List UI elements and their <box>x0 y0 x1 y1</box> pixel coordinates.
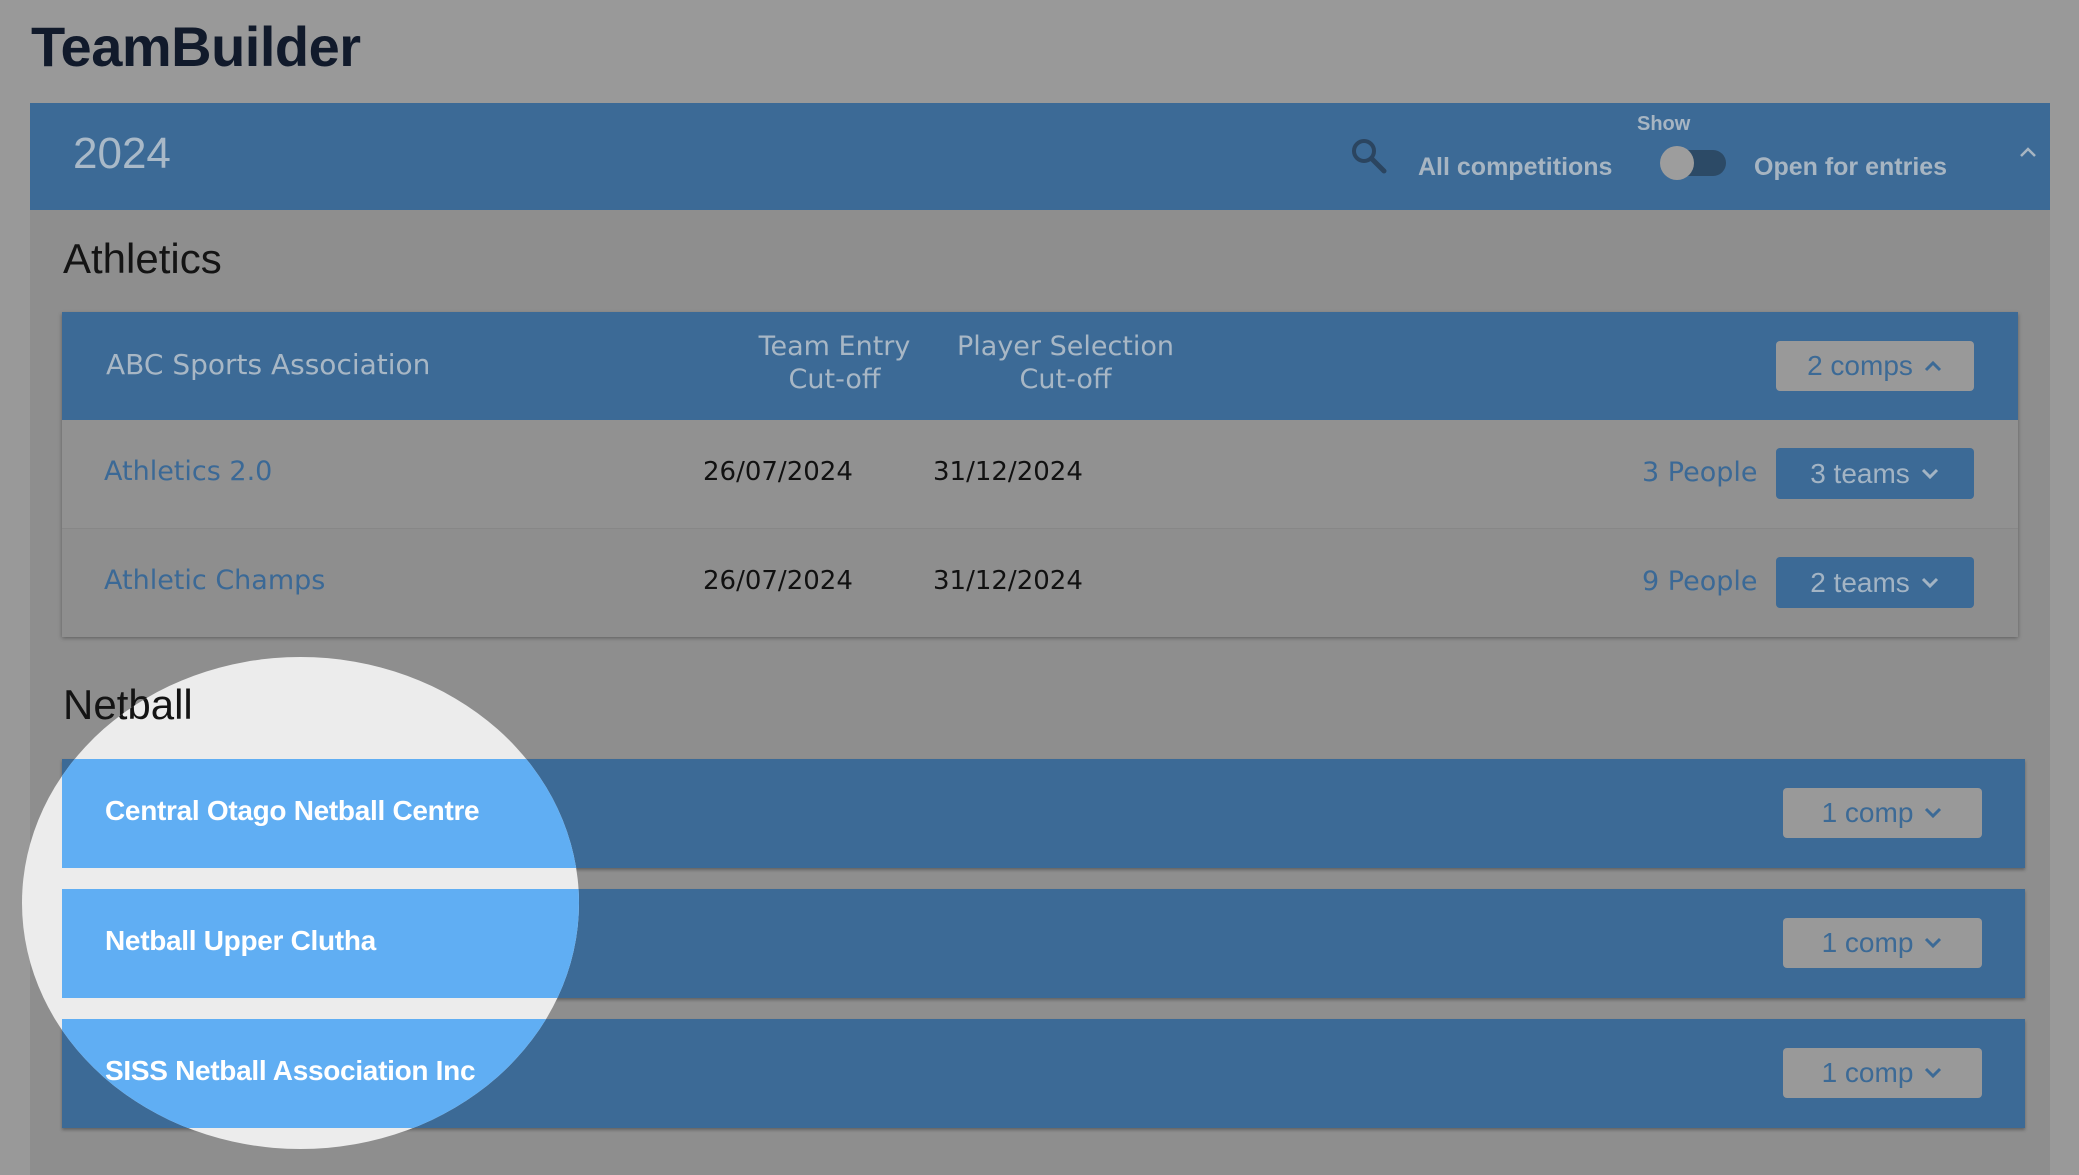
filter-open-for-entries[interactable]: Open for entries <box>1754 153 1947 182</box>
column-header-line: Cut-off <box>1019 364 1112 395</box>
comps-toggle-button[interactable]: 1 comp <box>1783 1048 1982 1098</box>
comps-label: 1 comp <box>1821 927 1914 958</box>
org-panel-abc-sports: ABC Sports Association Team Entry Cut-of… <box>62 312 2018 637</box>
competition-row: Athletics 2.0 26/07/2024 31/12/2024 3 Pe… <box>62 420 2018 528</box>
comps-toggle-button[interactable]: 1 comp <box>1783 788 1982 838</box>
org-header: ABC Sports Association Team Entry Cut-of… <box>62 312 2018 420</box>
column-header-player-selection: Player Selection Cut-off <box>888 330 1243 396</box>
search-icon[interactable] <box>1349 136 1389 176</box>
org-name: ABC Sports Association <box>106 348 431 381</box>
org-name: SISS Netball Association Inc <box>105 1055 476 1086</box>
competition-link[interactable]: Athletics 2.0 <box>104 456 272 487</box>
comps-label: 1 comp <box>1821 797 1914 828</box>
spotlight-highlight: Netball Central Otago Netball Centre Net… <box>22 657 579 1149</box>
comps-label: 1 comp <box>1821 1057 1914 1088</box>
chevron-down-icon <box>1925 937 1942 949</box>
year-bar: 2024 All competitions Show Open for entr… <box>30 103 2050 210</box>
competition-link[interactable]: Athletic Champs <box>104 565 325 596</box>
org-name: Netball Upper Clutha <box>105 925 376 956</box>
org-row-central-otago-highlight[interactable]: Central Otago Netball Centre <box>62 759 579 868</box>
competition-row: Athletic Champs 26/07/2024 31/12/2024 9 … <box>62 528 2018 637</box>
org-row-siss-netball-highlight[interactable]: SISS Netball Association Inc <box>62 1019 579 1128</box>
chevron-down-icon <box>1921 468 1938 479</box>
year-label: 2024 <box>73 129 171 178</box>
chevron-up-icon[interactable] <box>2013 139 2043 165</box>
teams-label: 2 teams <box>1810 566 1910 598</box>
teams-toggle-button[interactable]: 2 teams <box>1776 557 1974 608</box>
people-link[interactable]: 3 People <box>1642 457 1757 488</box>
comps-toggle-button[interactable]: 2 comps <box>1776 341 1974 391</box>
player-selection-date: 31/12/2024 <box>933 457 1083 487</box>
comps-label: 2 comps <box>1807 350 1913 381</box>
org-name: Central Otago Netball Centre <box>105 795 480 826</box>
chevron-down-icon <box>1925 807 1942 819</box>
section-heading-athletics: Athletics <box>63 235 222 282</box>
toggle-knob <box>1660 146 1694 180</box>
app-title: TeamBuilder <box>31 15 361 78</box>
chevron-down-icon <box>1925 1067 1942 1079</box>
chevron-up-icon <box>1924 360 1941 372</box>
toggle-show-label: Show <box>1637 113 1691 135</box>
open-for-entries-toggle[interactable] <box>1660 146 1726 180</box>
section-heading-netball: Netball <box>62 681 193 728</box>
teams-label: 3 teams <box>1810 457 1910 489</box>
filter-all-competitions[interactable]: All competitions <box>1418 153 1612 182</box>
org-row-netball-upper-clutha-highlight[interactable]: Netball Upper Clutha <box>62 889 579 998</box>
teams-toggle-button[interactable]: 3 teams <box>1776 448 1974 499</box>
chevron-down-icon <box>1921 577 1938 588</box>
column-header-line: Player Selection <box>956 331 1175 362</box>
team-entry-date: 26/07/2024 <box>703 566 853 596</box>
comps-toggle-button[interactable]: 1 comp <box>1783 918 1982 968</box>
people-link[interactable]: 9 People <box>1642 566 1757 597</box>
team-entry-date: 26/07/2024 <box>703 457 853 487</box>
player-selection-date: 31/12/2024 <box>933 566 1083 596</box>
